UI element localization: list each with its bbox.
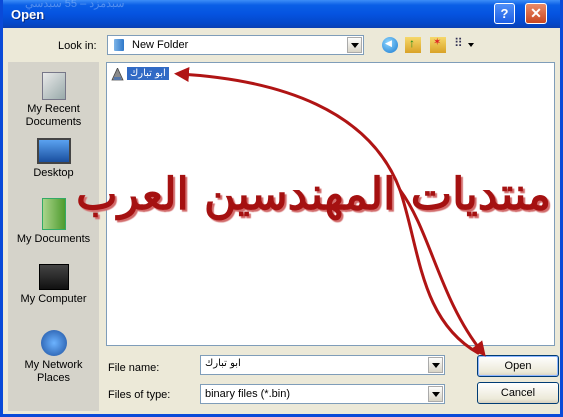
places-bar: My Recent Documents Desktop My Documents…	[8, 62, 99, 411]
close-button[interactable]: ✕	[525, 3, 547, 24]
place-network[interactable]: My Network Places	[8, 330, 99, 385]
watermark-text: منتديات المهندسين العرب	[76, 169, 551, 220]
help-button[interactable]: ?	[494, 3, 515, 24]
file-name-label: ابو تبارك	[127, 67, 169, 80]
place-label: My Recent Documents	[25, 103, 82, 128]
cancel-button[interactable]: Cancel	[477, 382, 559, 404]
back-icon[interactable]	[382, 37, 398, 53]
file-name-label: File name:	[108, 362, 160, 374]
place-my-computer[interactable]: My Computer	[8, 264, 99, 306]
look-in-dropdown[interactable]: New Folder	[107, 35, 364, 55]
desktop-icon	[36, 138, 71, 164]
place-recent-documents[interactable]: My Recent Documents	[8, 72, 99, 129]
look-in-value: New Folder	[132, 39, 189, 51]
title-bar[interactable]: سبدمزد – 55 سبدسي Open ? ✕	[3, 0, 560, 28]
open-dialog: سبدمزد – 55 سبدسي Open ? ✕ Look in: New …	[0, 0, 563, 417]
file-type-value: binary files (*.bin)	[205, 388, 290, 400]
file-icon	[111, 68, 124, 81]
place-label: My Computer	[20, 293, 87, 305]
new-folder-icon[interactable]	[430, 37, 446, 53]
my-documents-icon	[41, 198, 66, 230]
chevron-down-icon[interactable]	[428, 357, 443, 373]
file-name-value: ابو تبارك	[205, 358, 241, 369]
file-type-dropdown[interactable]: binary files (*.bin)	[200, 384, 445, 404]
chevron-down-icon[interactable]	[347, 37, 362, 53]
file-name-input[interactable]: ابو تبارك	[200, 355, 445, 375]
view-menu-icon[interactable]	[454, 36, 474, 53]
recent-documents-icon	[41, 72, 66, 100]
chevron-down-icon[interactable]	[428, 386, 443, 402]
my-computer-icon	[38, 264, 69, 290]
place-label: My Network Places	[24, 359, 83, 384]
open-button[interactable]: Open	[477, 355, 559, 377]
file-type-label: Files of type:	[108, 389, 171, 401]
look-in-label: Look in:	[58, 40, 97, 52]
window-title: Open	[11, 7, 45, 22]
network-places-icon	[40, 330, 67, 356]
place-label: Desktop	[33, 167, 74, 179]
folder-icon	[114, 39, 124, 51]
place-label: My Documents	[16, 233, 91, 245]
up-folder-icon[interactable]	[405, 36, 421, 53]
